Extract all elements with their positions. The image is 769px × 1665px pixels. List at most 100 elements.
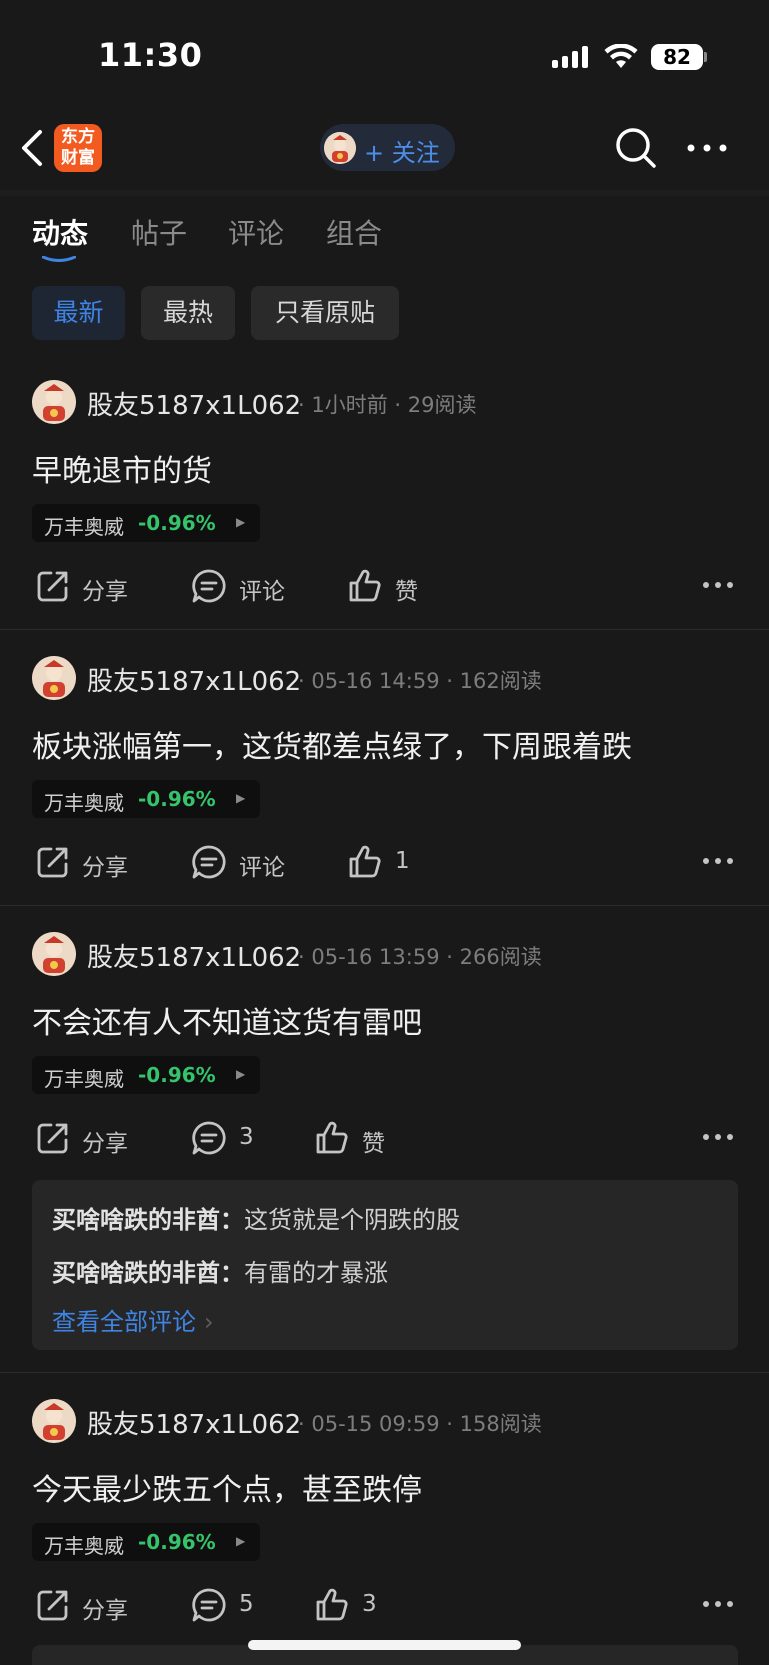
active-tab-indicator	[42, 256, 76, 262]
author-name[interactable]: 股友5187x1L062	[87, 1404, 301, 1441]
read-count: 266阅读	[459, 945, 542, 969]
share-icon[interactable]	[35, 844, 71, 880]
comment-item[interactable]: 买啥啥跌的非酋：有雷的才暴涨	[52, 1253, 388, 1288]
post-meta: · 1小时前 · 29阅读	[298, 393, 477, 417]
post-text[interactable]: 早晚退市的货	[32, 446, 212, 490]
author-name[interactable]: 股友5187x1L062	[87, 661, 301, 698]
status-time: 11:30	[98, 36, 203, 74]
share-icon[interactable]	[35, 1120, 71, 1156]
logo-text-line2: 财富	[61, 148, 95, 168]
post-meta: · 05-16 14:59 · 162阅读	[298, 669, 542, 693]
comment-icon[interactable]	[191, 1587, 227, 1623]
avatar-icon[interactable]	[324, 132, 356, 164]
more-options-icon[interactable]	[702, 1600, 734, 1608]
more-options-icon[interactable]	[702, 1133, 734, 1141]
battery-nub	[704, 52, 707, 62]
filter-original-only[interactable]: 只看原贴	[251, 286, 399, 340]
comment-text: 有雷的才暴涨	[244, 1259, 388, 1287]
like-count[interactable]: 1	[395, 848, 410, 874]
comment-count[interactable]: 5	[239, 1591, 254, 1617]
stock-arrow-icon: ▶	[236, 1534, 246, 1548]
filter-latest[interactable]: 最新	[32, 286, 125, 340]
like-icon[interactable]	[314, 1587, 350, 1623]
post-time: 05-16 13:59	[311, 945, 440, 969]
stock-name: 万丰奥威	[44, 515, 124, 539]
stock-tag[interactable]: 万丰奥威 -0.96% ▶	[32, 504, 260, 542]
share-label[interactable]: 分享	[82, 1591, 128, 1625]
like-icon[interactable]	[347, 844, 383, 880]
comment-icon[interactable]	[191, 844, 227, 880]
stock-arrow-icon: ▶	[236, 515, 246, 529]
tab-comments[interactable]: 评论	[228, 212, 284, 252]
post-time: 1小时前	[311, 393, 388, 417]
stock-name: 万丰奥威	[44, 791, 124, 815]
share-icon[interactable]	[35, 568, 71, 604]
comment-user[interactable]: 买啥啥跌的非酋：	[52, 1206, 244, 1234]
share-label[interactable]: 分享	[82, 848, 128, 882]
stock-arrow-icon: ▶	[236, 1067, 246, 1081]
tab-dynamic[interactable]: 动态	[32, 212, 88, 252]
stock-arrow-icon: ▶	[236, 791, 246, 805]
stock-change: -0.96%	[138, 1530, 216, 1554]
comment-item[interactable]: 买啥啥跌的非酋：这货就是个阴跌的股	[52, 1200, 460, 1235]
like-label[interactable]: 赞	[362, 1124, 385, 1158]
tab-portfolio[interactable]: 组合	[326, 212, 382, 252]
stock-change: -0.96%	[138, 1063, 216, 1087]
tab-posts[interactable]: 帖子	[131, 212, 187, 252]
wifi-icon	[604, 44, 638, 68]
comment-label[interactable]: 评论	[239, 572, 285, 606]
author-name[interactable]: 股友5187x1L062	[87, 385, 301, 422]
user-avatar[interactable]	[32, 932, 76, 976]
home-indicator[interactable]	[248, 1640, 521, 1650]
post-time: 05-16 14:59	[311, 669, 440, 693]
stock-change: -0.96%	[138, 787, 216, 811]
post-time: 05-15 09:59	[311, 1412, 440, 1436]
logo-text-line1: 东方	[61, 127, 95, 147]
stock-tag[interactable]: 万丰奥威 -0.96% ▶	[32, 780, 260, 818]
view-all-comments-link[interactable]: 查看全部评论 ›	[52, 1302, 214, 1337]
chevron-right-icon: ›	[204, 1308, 214, 1336]
like-count[interactable]: 3	[362, 1591, 377, 1617]
like-label[interactable]: 赞	[395, 572, 418, 606]
comment-label[interactable]: 评论	[239, 848, 285, 882]
share-icon[interactable]	[35, 1587, 71, 1623]
search-icon[interactable]	[614, 126, 658, 170]
follow-label[interactable]: + 关注	[364, 133, 440, 168]
like-icon[interactable]	[347, 568, 383, 604]
comment-text: 这货就是个阴跌的股	[244, 1206, 460, 1234]
comment-user[interactable]: 买啥啥跌的非酋：	[52, 1259, 244, 1287]
user-avatar[interactable]	[32, 1399, 76, 1443]
post-text[interactable]: 不会还有人不知道这货有雷吧	[32, 998, 422, 1042]
comment-icon[interactable]	[191, 568, 227, 604]
divider	[0, 1372, 769, 1373]
share-label[interactable]: 分享	[82, 1124, 128, 1158]
filter-hottest[interactable]: 最热	[141, 286, 235, 340]
comment-preview-box[interactable]: 买啥啥跌的非酋：这货就是个阴跌的股 买啥啥跌的非酋：有雷的才暴涨 查看全部评论 ›	[32, 1180, 738, 1350]
app-logo[interactable]: 东方 财富	[54, 124, 102, 172]
comment-icon[interactable]	[191, 1120, 227, 1156]
post-text[interactable]: 今天最少跌五个点，甚至跌停	[32, 1465, 422, 1509]
stock-tag[interactable]: 万丰奥威 -0.96% ▶	[32, 1523, 260, 1561]
stock-tag[interactable]: 万丰奥威 -0.96% ▶	[32, 1056, 260, 1094]
author-name[interactable]: 股友5187x1L062	[87, 937, 301, 974]
battery-indicator: 82	[651, 44, 703, 70]
post-meta: · 05-15 09:59 · 158阅读	[298, 1412, 542, 1436]
read-count: 158阅读	[459, 1412, 542, 1436]
share-label[interactable]: 分享	[82, 572, 128, 606]
stock-name: 万丰奥威	[44, 1067, 124, 1091]
user-avatar[interactable]	[32, 380, 76, 424]
more-options-icon[interactable]	[702, 857, 734, 865]
read-count: 29阅读	[407, 393, 477, 417]
comment-count[interactable]: 3	[239, 1124, 254, 1150]
more-options-icon[interactable]	[686, 136, 728, 160]
like-icon[interactable]	[314, 1120, 350, 1156]
post-text[interactable]: 板块涨幅第一，这货都差点绿了，下周跟着跌	[32, 722, 632, 766]
view-all-comments-label[interactable]: 查看全部评论	[52, 1308, 196, 1336]
post-meta: · 05-16 13:59 · 266阅读	[298, 945, 542, 969]
more-options-icon[interactable]	[702, 581, 734, 589]
read-count: 162阅读	[459, 669, 542, 693]
divider	[0, 629, 769, 630]
divider	[0, 905, 769, 906]
back-chevron-icon[interactable]	[18, 128, 46, 168]
user-avatar[interactable]	[32, 656, 76, 700]
